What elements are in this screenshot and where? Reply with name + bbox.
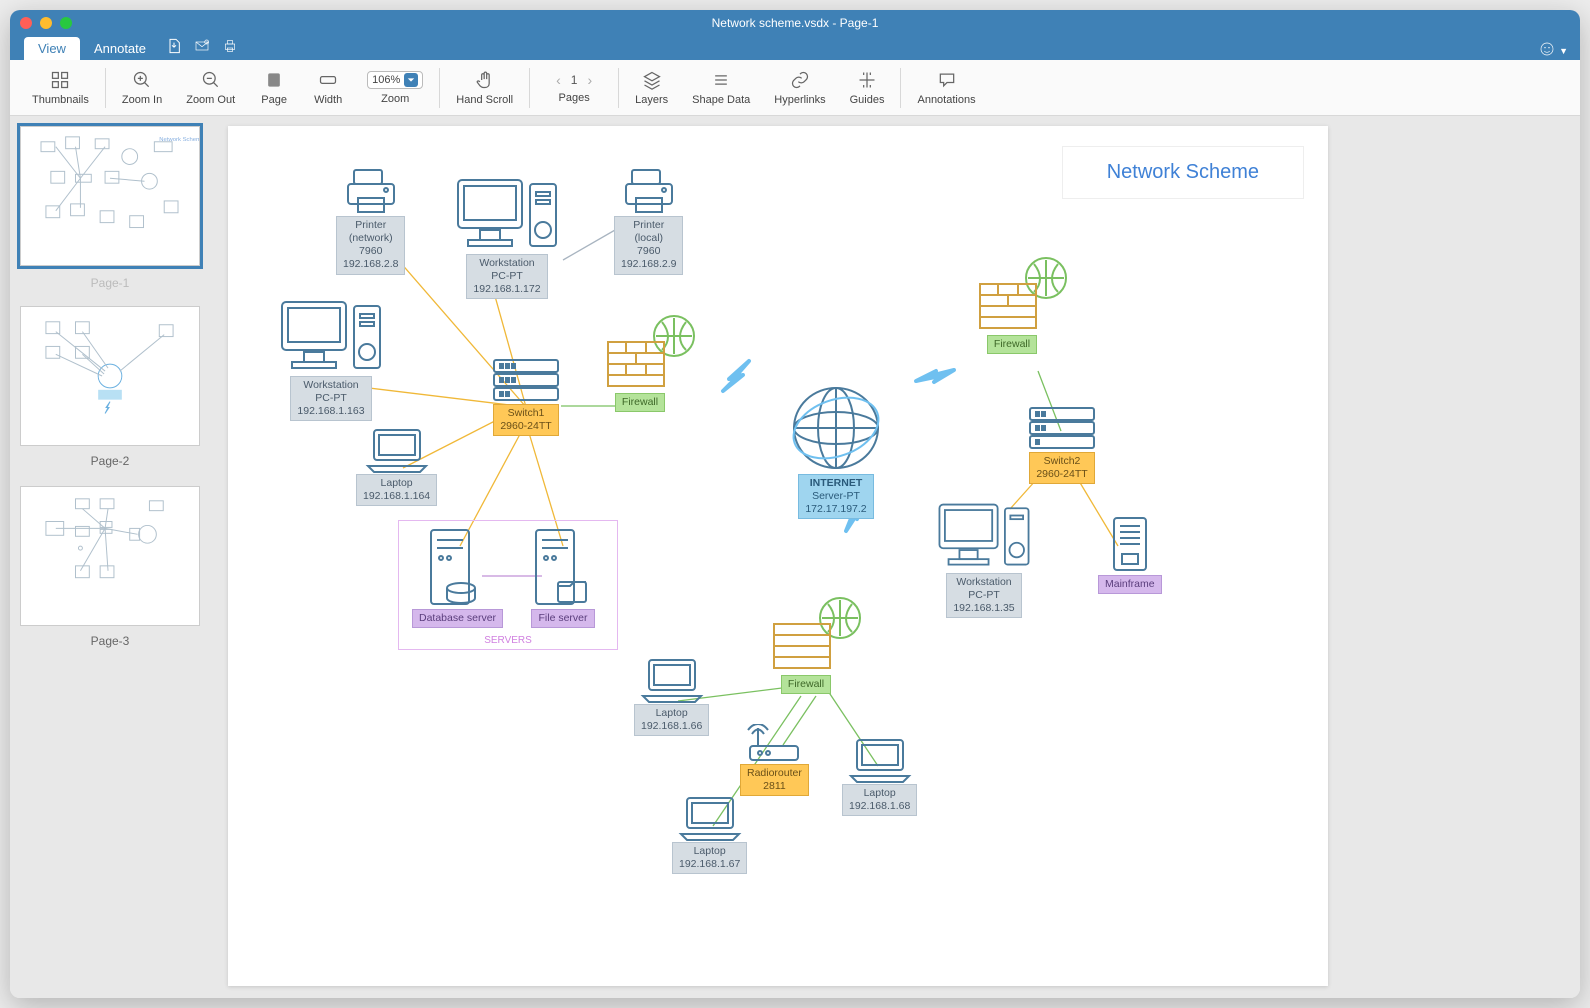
shape-data-button[interactable]: Shape Data bbox=[680, 66, 762, 110]
prev-page-button[interactable]: ‹ bbox=[556, 72, 561, 88]
thumbnails-label: Thumbnails bbox=[32, 94, 89, 106]
node-laptop-3[interactable]: Laptop192.168.1.67 bbox=[672, 794, 747, 874]
shape-data-label: Shape Data bbox=[692, 94, 750, 106]
thumb-2-label: Page-2 bbox=[20, 454, 200, 468]
zoom-width-label: Width bbox=[314, 94, 342, 106]
servers-caption: SERVERS bbox=[399, 635, 617, 646]
node-firewall-2[interactable]: Firewall bbox=[974, 256, 1074, 354]
minimize-button[interactable] bbox=[40, 17, 52, 29]
workstation-icon bbox=[276, 296, 386, 376]
globe-icon bbox=[786, 384, 886, 474]
pdf-icon[interactable] bbox=[160, 35, 188, 60]
diagram-title: Network Scheme bbox=[1062, 146, 1304, 199]
guides-button[interactable]: Guides bbox=[838, 66, 897, 110]
node-laptop-2[interactable]: Laptop192.168.1.66 bbox=[634, 656, 709, 736]
titlebar: Network scheme.vsdx - Page-1 bbox=[10, 10, 1580, 36]
mainframe-icon bbox=[1098, 514, 1162, 574]
app-window: Network scheme.vsdx - Page-1 View Annota… bbox=[10, 10, 1580, 998]
thumb-3-label: Page-3 bbox=[20, 634, 200, 648]
chevron-down-icon[interactable]: ▼ bbox=[1559, 46, 1568, 56]
annotations-button[interactable]: Annotations bbox=[905, 66, 987, 110]
hyperlinks-button[interactable]: Hyperlinks bbox=[762, 66, 837, 110]
guides-label: Guides bbox=[850, 94, 885, 106]
tab-view[interactable]: View bbox=[24, 37, 80, 60]
router-icon bbox=[740, 724, 809, 764]
thumb-page-2[interactable] bbox=[20, 306, 200, 446]
node-internet[interactable]: INTERNETServer-PT172.17.197.2 bbox=[786, 384, 886, 519]
svg-text:Network Scheme: Network Scheme bbox=[159, 137, 199, 143]
toolbar: Thumbnails Zoom In Zoom Out Page Width 1… bbox=[10, 60, 1580, 116]
switch-icon bbox=[1026, 404, 1098, 452]
thumb-1-label: Page-1 bbox=[91, 276, 130, 290]
node-switch-1[interactable]: Switch12960-24TT bbox=[490, 356, 562, 436]
workstation-icon bbox=[934, 498, 1034, 573]
workstation-icon bbox=[452, 174, 562, 254]
pages-label: Pages bbox=[559, 92, 590, 104]
hyperlinks-label: Hyperlinks bbox=[774, 94, 825, 106]
maximize-button[interactable] bbox=[60, 17, 72, 29]
layers-label: Layers bbox=[635, 94, 668, 106]
node-printer-network[interactable]: Printer(network)7960192.168.2.8 bbox=[336, 166, 405, 275]
zoom-label: Zoom bbox=[381, 93, 409, 105]
canvas-area[interactable]: Network Scheme Printer(network)7960192.1… bbox=[210, 116, 1580, 998]
zoom-width-button[interactable]: Width bbox=[301, 66, 355, 110]
node-laptop-1[interactable]: Laptop192.168.1.164 bbox=[356, 426, 437, 506]
zoom-page-label: Page bbox=[261, 94, 287, 106]
server-icon bbox=[528, 526, 598, 608]
mail-icon[interactable] bbox=[188, 35, 216, 60]
zoom-in-label: Zoom In bbox=[122, 94, 162, 106]
zoom-out-button[interactable]: Zoom Out bbox=[174, 66, 247, 110]
laptop-icon bbox=[356, 426, 437, 474]
node-workstation-1[interactable]: WorkstationPC-PT192.168.1.172 bbox=[452, 174, 562, 299]
firewall-icon bbox=[768, 596, 868, 674]
node-laptop-4[interactable]: Laptop192.168.1.68 bbox=[842, 736, 917, 816]
chevron-down-icon[interactable] bbox=[404, 73, 418, 87]
thumb-page-3[interactable] bbox=[20, 486, 200, 626]
zoom-page-button[interactable]: Page bbox=[247, 66, 301, 110]
tab-annotate[interactable]: Annotate bbox=[80, 37, 160, 60]
zoom-in-button[interactable]: Zoom In bbox=[110, 66, 174, 110]
laptop-icon bbox=[634, 656, 709, 704]
node-firewall-3[interactable]: Firewall bbox=[768, 596, 868, 694]
printer-icon bbox=[336, 166, 405, 216]
server-icon bbox=[412, 526, 503, 608]
printer-icon bbox=[614, 166, 683, 216]
thumbnails-panel: Network Scheme Page-1 Page-2 Page-3 bbox=[10, 116, 210, 998]
annotations-label: Annotations bbox=[917, 94, 975, 106]
traffic-lights bbox=[20, 17, 72, 29]
page-canvas[interactable]: Network Scheme Printer(network)7960192.1… bbox=[228, 126, 1328, 986]
firewall-icon bbox=[602, 314, 702, 392]
firewall-icon bbox=[974, 256, 1074, 334]
node-workstation-3[interactable]: WorkstationPC-PT192.168.1.35 bbox=[934, 498, 1034, 618]
thumbnails-button[interactable]: Thumbnails bbox=[20, 66, 101, 110]
print-icon[interactable] bbox=[216, 35, 244, 60]
zoom-out-label: Zoom Out bbox=[186, 94, 235, 106]
laptop-icon bbox=[842, 736, 917, 784]
node-workstation-2[interactable]: WorkstationPC-PT192.168.1.163 bbox=[276, 296, 386, 421]
thumb-page-1[interactable]: Network Scheme bbox=[20, 126, 200, 266]
next-page-button[interactable]: › bbox=[587, 72, 592, 88]
page-current: 1 bbox=[571, 73, 578, 87]
node-firewall-1[interactable]: Firewall bbox=[602, 314, 702, 412]
node-db-server[interactable]: Database server bbox=[412, 526, 503, 628]
pages-nav: ‹ 1 › Pages bbox=[534, 68, 614, 108]
node-printer-local[interactable]: Printer(local)7960192.168.2.9 bbox=[614, 166, 683, 275]
window-title: Network scheme.vsdx - Page-1 bbox=[712, 16, 879, 30]
zoom-dropdown[interactable]: 106% Zoom bbox=[355, 67, 435, 109]
node-radiorouter[interactable]: Radiorouter2811 bbox=[740, 724, 809, 796]
node-file-server[interactable]: File server bbox=[528, 526, 598, 628]
node-mainframe[interactable]: Mainframe bbox=[1098, 514, 1162, 594]
close-button[interactable] bbox=[20, 17, 32, 29]
smiley-icon[interactable] bbox=[1539, 41, 1555, 60]
switch-icon bbox=[490, 356, 562, 404]
hand-scroll-label: Hand Scroll bbox=[456, 94, 513, 106]
mode-tabbar: View Annotate ▼ bbox=[10, 36, 1580, 60]
laptop-icon bbox=[672, 794, 747, 842]
zoom-value: 106% bbox=[372, 74, 400, 86]
hand-scroll-button[interactable]: Hand Scroll bbox=[444, 66, 525, 110]
layers-button[interactable]: Layers bbox=[623, 66, 680, 110]
node-switch-2[interactable]: Switch22960-24TT bbox=[1026, 404, 1098, 484]
